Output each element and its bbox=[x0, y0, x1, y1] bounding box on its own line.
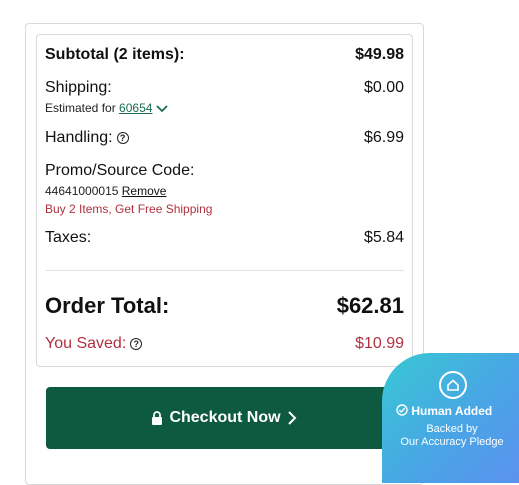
saved-label: You Saved: bbox=[45, 335, 127, 352]
saved-row: You Saved:? $10.99 bbox=[45, 335, 404, 355]
subtotal-row: Subtotal (2 items): $49.98 bbox=[45, 46, 404, 66]
check-circle-icon bbox=[396, 404, 408, 416]
badge-line-pledge: Our Accuracy Pledge bbox=[400, 436, 504, 448]
help-icon[interactable]: ? bbox=[116, 132, 129, 144]
shipping-estimate: Estimated for 60654 bbox=[45, 101, 168, 115]
handling-label: Handling: bbox=[45, 129, 113, 146]
shipping-estimate-prefix: Estimated for bbox=[45, 101, 116, 115]
order-total-value: $62.81 bbox=[336, 293, 404, 318]
help-icon[interactable]: ? bbox=[130, 338, 143, 350]
taxes-value: $5.84 bbox=[363, 229, 404, 246]
promo-label: Promo/Source Code: bbox=[45, 162, 195, 179]
shipping-zip-link[interactable]: 60654 bbox=[119, 101, 152, 115]
taxes-label: Taxes: bbox=[45, 229, 92, 246]
chevron-down-icon[interactable] bbox=[156, 105, 168, 113]
badge-line-backed: Backed by bbox=[426, 423, 478, 435]
accuracy-pledge-badge[interactable]: Human Added Backed by Our Accuracy Pledg… bbox=[382, 353, 519, 483]
badge-title: Human Added bbox=[411, 404, 493, 418]
chevron-right-icon bbox=[287, 411, 296, 425]
handling-value: $6.99 bbox=[363, 129, 404, 146]
promo-row: Promo/Source Code: 44641000015 Remove Bu… bbox=[45, 162, 404, 218]
handling-label-wrap: Handling:? bbox=[45, 129, 129, 147]
saved-label-wrap: You Saved:? bbox=[45, 335, 143, 353]
promo-remove-link[interactable]: Remove bbox=[122, 184, 167, 198]
shipping-value: $0.00 bbox=[363, 79, 404, 96]
saved-value: $10.99 bbox=[355, 335, 404, 352]
shipping-row: Shipping: $0.00 Estimated for 60654 bbox=[45, 79, 404, 117]
order-total-row: Order Total: $62.81 bbox=[45, 293, 404, 321]
promo-message: Buy 2 Items, Get Free Shipping bbox=[45, 202, 213, 216]
checkout-now-button[interactable]: Checkout Now bbox=[46, 387, 402, 449]
promo-code: 44641000015 bbox=[45, 184, 119, 198]
subtotal-value: $49.98 bbox=[355, 46, 404, 63]
handling-row: Handling:? $6.99 bbox=[45, 129, 404, 149]
promo-code-line: 44641000015 Remove bbox=[45, 184, 166, 198]
house-icon bbox=[439, 371, 467, 399]
order-total-label: Order Total: bbox=[45, 293, 170, 318]
summary-divider bbox=[45, 270, 404, 271]
subtotal-label: Subtotal (2 items): bbox=[45, 46, 185, 63]
shipping-label: Shipping: bbox=[45, 79, 112, 96]
lock-icon bbox=[152, 410, 163, 425]
badge-title-line: Human Added bbox=[396, 404, 492, 418]
taxes-row: Taxes: $5.84 bbox=[45, 229, 404, 249]
checkout-label: Checkout Now bbox=[169, 409, 281, 426]
